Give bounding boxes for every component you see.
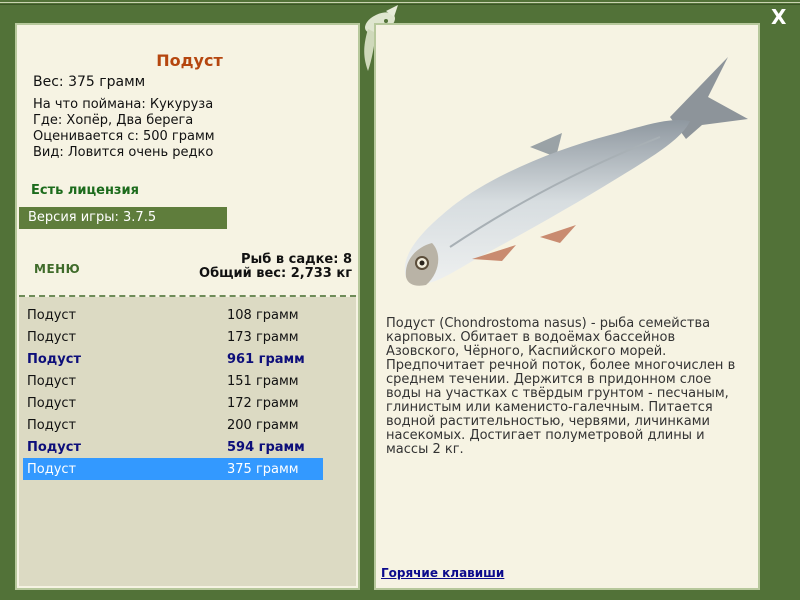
catch-weight: 151 грамм: [227, 374, 299, 389]
version-bar: Версия игры: 3.7.5: [19, 207, 227, 229]
fish-weight: Вес: 375 грамм: [33, 74, 146, 90]
fish-title: Подуст: [156, 51, 223, 70]
catch-row-selected[interactable]: Подуст 375 грамм: [23, 458, 323, 480]
catch-weight: 172 грамм: [227, 396, 299, 411]
catch-row[interactable]: Подуст 173 грамм: [23, 326, 323, 348]
value-info: Оценивается с: 500 грамм: [33, 129, 215, 144]
catch-weight: 375 грамм: [227, 462, 299, 477]
catch-weight: 594 грамм: [227, 440, 305, 455]
catch-row[interactable]: Подуст 151 грамм: [23, 370, 323, 392]
menu-button[interactable]: МЕНЮ: [34, 262, 80, 276]
catch-panel: Подуст Вес: 375 грамм На что поймана: Ку…: [15, 23, 360, 590]
fish-description: Подуст (Chondrostoma nasus) - рыба семей…: [386, 316, 736, 457]
fish-info-panel: Подуст (Chondrostoma nasus) - рыба семей…: [374, 23, 760, 590]
catch-list: Подуст 108 грамм Подуст 173 грамм Подуст…: [23, 304, 323, 480]
catch-stats: Рыб в садке: 8 Общий вес: 2,733 кг: [199, 253, 352, 281]
catch-weight: 200 грамм: [227, 418, 299, 433]
total-weight: Общий вес: 2,733 кг: [199, 266, 352, 281]
catch-name: Подуст: [27, 462, 77, 477]
fish-count: Рыб в садке: 8: [240, 252, 352, 267]
catch-name: Подуст: [27, 308, 77, 323]
close-icon[interactable]: X: [771, 5, 786, 29]
license-status: Есть лицензия: [31, 183, 139, 198]
catch-weight: 108 грамм: [227, 308, 299, 323]
catch-row[interactable]: Подуст 200 грамм: [23, 414, 323, 436]
catch-name: Подуст: [27, 330, 77, 345]
catch-row[interactable]: Подуст 108 грамм: [23, 304, 323, 326]
catch-name: Подуст: [27, 440, 82, 455]
catch-name: Подуст: [27, 396, 77, 411]
catch-name: Подуст: [27, 418, 77, 433]
hotkeys-link[interactable]: Горячие клавиши: [381, 566, 504, 580]
catch-row[interactable]: Подуст 172 грамм: [23, 392, 323, 414]
catch-row[interactable]: Подуст 594 грамм: [23, 436, 323, 458]
bait-info: На что поймана: Кукуруза: [33, 97, 214, 112]
fish-image: [390, 47, 750, 301]
catch-weight: 173 грамм: [227, 330, 299, 345]
location-info: Где: Хопёр, Два берега: [33, 113, 194, 128]
catch-row[interactable]: Подуст 961 грамм: [23, 348, 323, 370]
catch-name: Подуст: [27, 352, 82, 367]
rarity-info: Вид: Ловится очень редко: [33, 145, 214, 160]
catch-weight: 961 грамм: [227, 352, 305, 367]
catch-name: Подуст: [27, 374, 77, 389]
